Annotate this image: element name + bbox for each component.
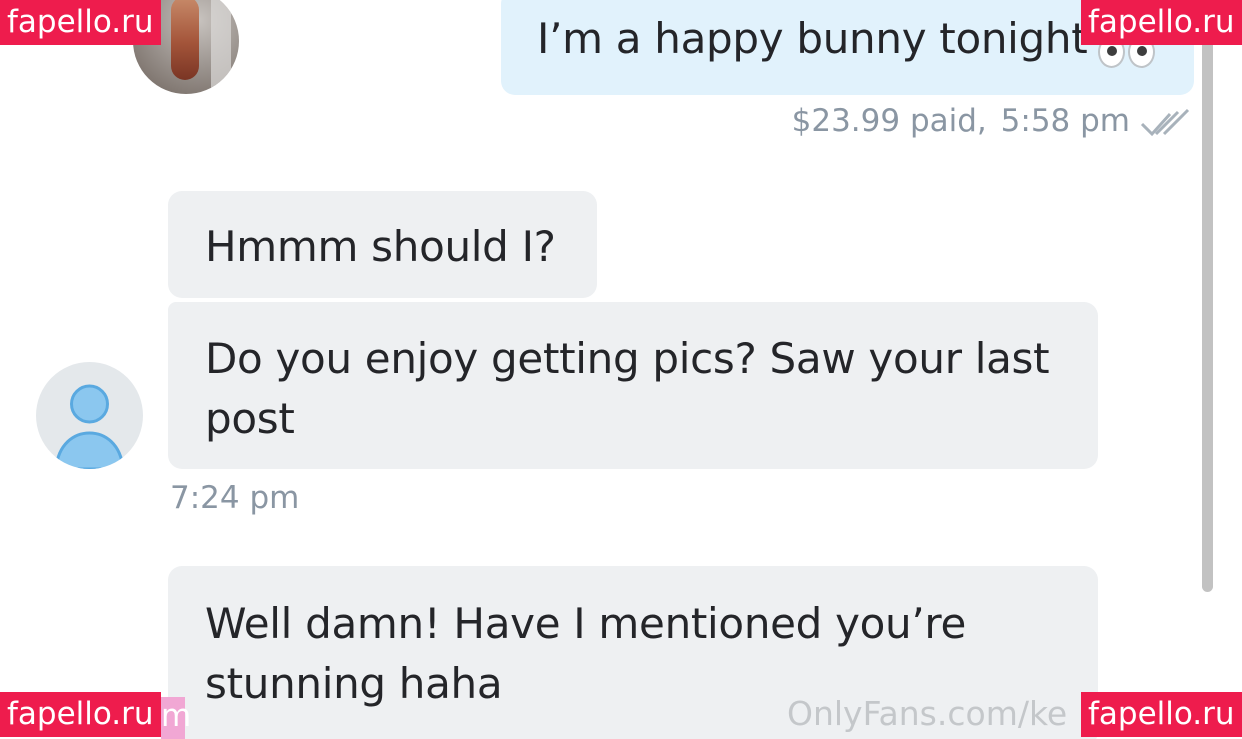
watermark-fragment: m bbox=[161, 697, 191, 739]
avatar-photo-figure bbox=[171, 0, 199, 80]
outgoing-message-text: I’m a happy bunny tonight bbox=[537, 14, 1088, 63]
incoming-time-label: 7:24 pm bbox=[170, 480, 300, 516]
outgoing-message-meta: $23.99 paid, 5:58 pm bbox=[788, 103, 1130, 139]
fapello-watermark: fapello.ru bbox=[0, 692, 161, 737]
user-avatar[interactable] bbox=[36, 362, 143, 469]
user-silhouette-icon bbox=[54, 384, 125, 469]
incoming-message-text: Do you enjoy getting pics? Saw your last… bbox=[205, 334, 1050, 443]
avatar-photo-background bbox=[211, 0, 231, 88]
scrollbar[interactable] bbox=[1202, 0, 1213, 592]
fapello-watermark: fapello.ru bbox=[1081, 692, 1242, 737]
fapello-watermark: fapello.ru bbox=[1081, 0, 1242, 45]
outgoing-time-label: 5:58 pm bbox=[1000, 103, 1130, 139]
chat-screen: I’m a happy bunny tonight $23.99 paid, 5… bbox=[0, 0, 1242, 739]
fapello-watermark: fapello.ru bbox=[0, 0, 161, 45]
double-check-icon bbox=[1140, 108, 1190, 137]
onlyfans-watermark: OnlyFans.com/ke bbox=[787, 694, 1068, 733]
paid-price-label: $23.99 paid, bbox=[791, 103, 987, 139]
incoming-message-text: Hmmm should I? bbox=[205, 222, 556, 271]
